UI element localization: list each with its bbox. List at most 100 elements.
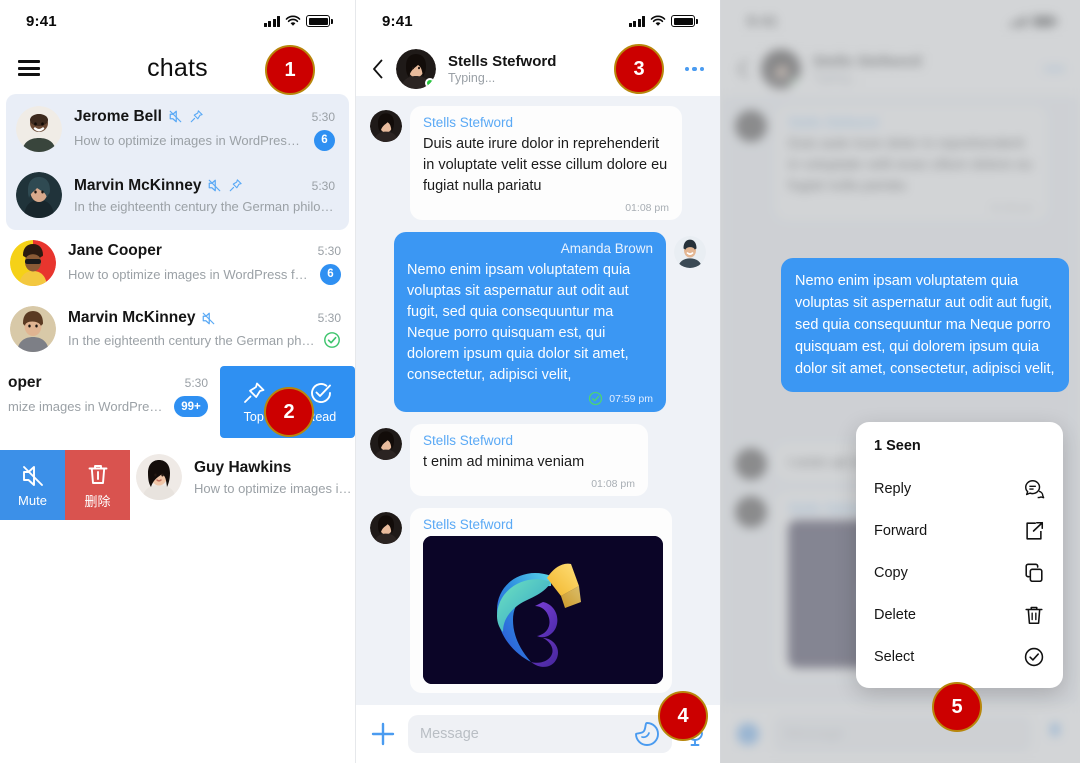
message-list[interactable]: Stells Stefword Duis aute irure dolor in… (356, 96, 720, 705)
online-status-dot (425, 78, 435, 88)
status-bar-thread: 9:41 (356, 0, 720, 42)
avatar (16, 172, 62, 218)
list-item[interactable]: Jerome Bell 5:30 How to optimize images … (6, 96, 349, 162)
message-bubble[interactable]: Stells Stefword (410, 508, 672, 693)
more-horizontal-icon[interactable] (684, 66, 704, 72)
search-input[interactable]: Message (408, 715, 672, 753)
swipe-action-delete[interactable]: 删除 (65, 450, 130, 520)
pin-icon (230, 179, 243, 192)
message-incoming-photo[interactable]: Stells Stefword (370, 508, 706, 693)
message-text: Duis aute irure dolor in reprehenderit i… (423, 136, 668, 194)
battery-icon (671, 15, 698, 27)
mute-icon (209, 179, 221, 192)
chat-time: 5:30 (311, 178, 335, 193)
message-bubble[interactable]: Stells Stefword t enim ad minima veniam … (410, 424, 648, 496)
focused-message-bubble[interactable]: Nemo enim ipsam voluptatem quia voluptas… (781, 258, 1069, 392)
sticker-icon[interactable] (634, 721, 660, 747)
list-item-body: Jerome Bell 5:30 How to optimize images … (74, 108, 335, 151)
menu-item-reply[interactable]: Reply (856, 468, 1063, 510)
mute-icon (22, 465, 43, 486)
swipe-actions-left: Mute 删除 (0, 450, 130, 520)
avatar[interactable] (396, 49, 436, 89)
message-sender: Stells Stefword (423, 115, 514, 130)
unread-badge: 99+ (174, 396, 208, 417)
contact-name: Stells Stefword (448, 53, 557, 70)
check-circle-icon (311, 382, 332, 403)
chat-name: Marvin McKinney (74, 176, 202, 194)
message-incoming[interactable]: Stells Stefword Duis aute irure dolor in… (370, 106, 706, 220)
chat-thread-panel: 9:41 Stells Stefword Typing... Stells St… (355, 0, 720, 763)
chat-preview: How to optimize images in WordPress for.… (74, 132, 306, 148)
signal-icon (628, 15, 645, 27)
chat-name: Jane Cooper (68, 241, 162, 259)
message-bubble[interactable]: Amanda Brown Nemo enim ipsam voluptatem … (394, 232, 666, 412)
reply-bubble-icon (1025, 480, 1045, 499)
copy-icon (1025, 563, 1043, 583)
message-time: 07:59 pm (609, 392, 653, 405)
menu-item-copy[interactable]: Copy (856, 552, 1063, 594)
menu-item-label: Copy (874, 565, 908, 581)
read-check-icon (324, 332, 340, 348)
message-time: 01:08 pm (591, 478, 635, 490)
menu-item-delete[interactable]: Delete (856, 594, 1063, 636)
chat-name: Guy Hawkins (194, 458, 292, 476)
avatar (370, 110, 402, 142)
chat-preview: How to optimize images in W (194, 480, 355, 496)
status-icons (263, 15, 333, 27)
swiped-list-item-bottom[interactable]: Mute 删除 Guy Hawkins How to optimize imag… (0, 444, 355, 526)
message-sender: Amanda Brown (560, 241, 653, 256)
avatar (370, 428, 402, 460)
list-item[interactable]: Marvin McKinney 5:30 In the eighteenth c… (6, 162, 349, 228)
plus-icon[interactable] (370, 721, 396, 747)
check-circle-icon (1024, 647, 1044, 667)
step-badge-1: 1 (265, 45, 315, 95)
list-item[interactable]: Marvin McKinney 5:30 In the eighteenth c… (0, 296, 355, 362)
avatar (10, 240, 56, 286)
avatar (16, 106, 62, 152)
trash-icon (88, 464, 107, 484)
message-sender: Stells Stefword (423, 517, 514, 532)
message-outgoing[interactable]: Amanda Brown Nemo enim ipsam voluptatem … (370, 232, 706, 412)
thread-title-block: Stells Stefword Typing... (448, 53, 556, 85)
step-badge-5: 5 (932, 682, 982, 732)
screenshot-stage: 9:41 chats Jerome Bell 5:30 How to optim… (0, 0, 1080, 763)
step-badge-3: 3 (614, 44, 664, 94)
chat-time: 5:30 (317, 243, 341, 258)
thread-header: Stells Stefword Typing... (356, 42, 720, 96)
avatar (674, 236, 706, 268)
message-context-menu: 1 Seen Reply Forward Copy Delete Select (856, 422, 1063, 688)
pin-icon (190, 110, 203, 123)
menu-item-label: Select (874, 649, 915, 665)
wifi-icon (650, 15, 666, 26)
chat-time: 5:30 (184, 376, 208, 390)
chevron-left-icon[interactable] (372, 59, 384, 79)
seen-status: 1 Seen (874, 438, 921, 454)
bottom-row-body: Guy Hawkins How to optimize images in W (136, 454, 355, 500)
chat-preview: In the eighteenth century the German phi… (68, 332, 315, 348)
chat-time: 5:30 (317, 311, 341, 325)
signal-icon (263, 15, 280, 27)
status-icons (628, 15, 698, 27)
menu-item-select[interactable]: Select (856, 636, 1063, 678)
swipe-action-mute[interactable]: Mute (0, 450, 65, 520)
list-item-body: Jane Cooper 5:30 How to optimize images … (68, 242, 341, 285)
list-item-body: Guy Hawkins How to optimize images in W (194, 459, 355, 496)
message-input-placeholder: Message (420, 726, 479, 742)
chameleon-logo-image[interactable] (423, 536, 663, 684)
message-bubble[interactable]: Stells Stefword Duis aute irure dolor in… (410, 106, 682, 220)
swipe-action-label: 删除 (84, 493, 111, 509)
chat-name-fragment: oper (8, 374, 42, 391)
message-text: Nemo enim ipsam voluptatem quia voluptas… (407, 262, 631, 383)
chat-preview: How to optimize images in WordPress for.… (68, 266, 312, 282)
chat-preview: In the eighteenth century the German phi… (74, 198, 335, 214)
message-sender: Stells Stefword (423, 433, 514, 448)
trash-icon (1025, 606, 1043, 625)
list-item[interactable]: Jane Cooper 5:30 How to optimize images … (0, 230, 355, 296)
status-time: 9:41 (382, 12, 413, 30)
battery-icon (306, 15, 333, 27)
message-incoming[interactable]: Stells Stefword t enim ad minima veniam … (370, 424, 706, 496)
message-text: Nemo enim ipsam voluptatem quia voluptas… (795, 273, 1055, 377)
menu-item-forward[interactable]: Forward (856, 510, 1063, 552)
status-bar-chats: 9:41 (0, 0, 355, 42)
message-text: t enim ad minima veniam (423, 454, 585, 470)
